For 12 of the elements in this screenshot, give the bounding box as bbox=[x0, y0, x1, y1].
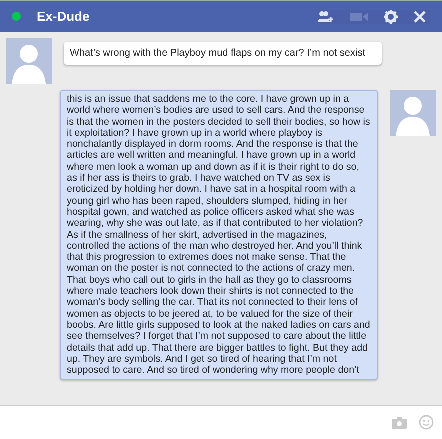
avatar-icon bbox=[6, 38, 52, 84]
message-bubble: this is an issue that saddens me to the core. I have grown up in a world where women’s bodies are used to sell cars. And the response is that the women in the posters decided to sell their bodies, so how is it exploitation? I have grown up in a world where playboy is nonchalantly displayed in dorm rooms. And the response is that the articles are well written and meaningful. I have grown up in a world where men look a woman up and down as if it is their right to do so, as if her ass is theirs to grab. I have watched on TV as sex is eroticized by holding her down. I have sat in a hospital room with a young girl who has been raped, shoulders slumped, hiding in her hospital gown, and watched as police officers asked what she was wearing, why she was out late, as if that contributed to her violation? As if the smallness of her skirt, advertised in the magazines, controlled the actions of the man who destroyed her. And you’ll think that this progression to extremes does not make sense. That the woman on the poster is not connected to the actions of crazy men. That boys who call out to girls in the hall as they go to classrooms where male teachers look down their shirts is not connected to the woman’s body selling the car. That its not connected to their lens of women as objects to be jeered at, to be valued for the size of their boobs. Are little girls supposed to look at the naked ladies on cars and see themselves? I forget that I’m not supposed to care about the little details that add up. That there are bigger battles to fight. But they add up. They are symbols. And I get so tired of hearing that I’m not supposed to care. And so tired of wondering why more people don’t bbox=[60, 90, 378, 380]
video-camera-icon[interactable] bbox=[350, 12, 368, 22]
camera-icon[interactable] bbox=[392, 416, 407, 428]
chat-title: Ex-Dude bbox=[37, 8, 90, 26]
avatar-icon bbox=[390, 90, 436, 136]
close-icon[interactable] bbox=[414, 10, 426, 22]
message-input[interactable] bbox=[0, 405, 442, 439]
smiley-icon[interactable] bbox=[419, 415, 434, 430]
add-people-icon[interactable] bbox=[318, 10, 334, 22]
settings-icon[interactable] bbox=[384, 10, 398, 24]
message-bubble: What’s wrong with the Playboy mud flaps on my car? I’m not sexist bbox=[64, 42, 382, 65]
